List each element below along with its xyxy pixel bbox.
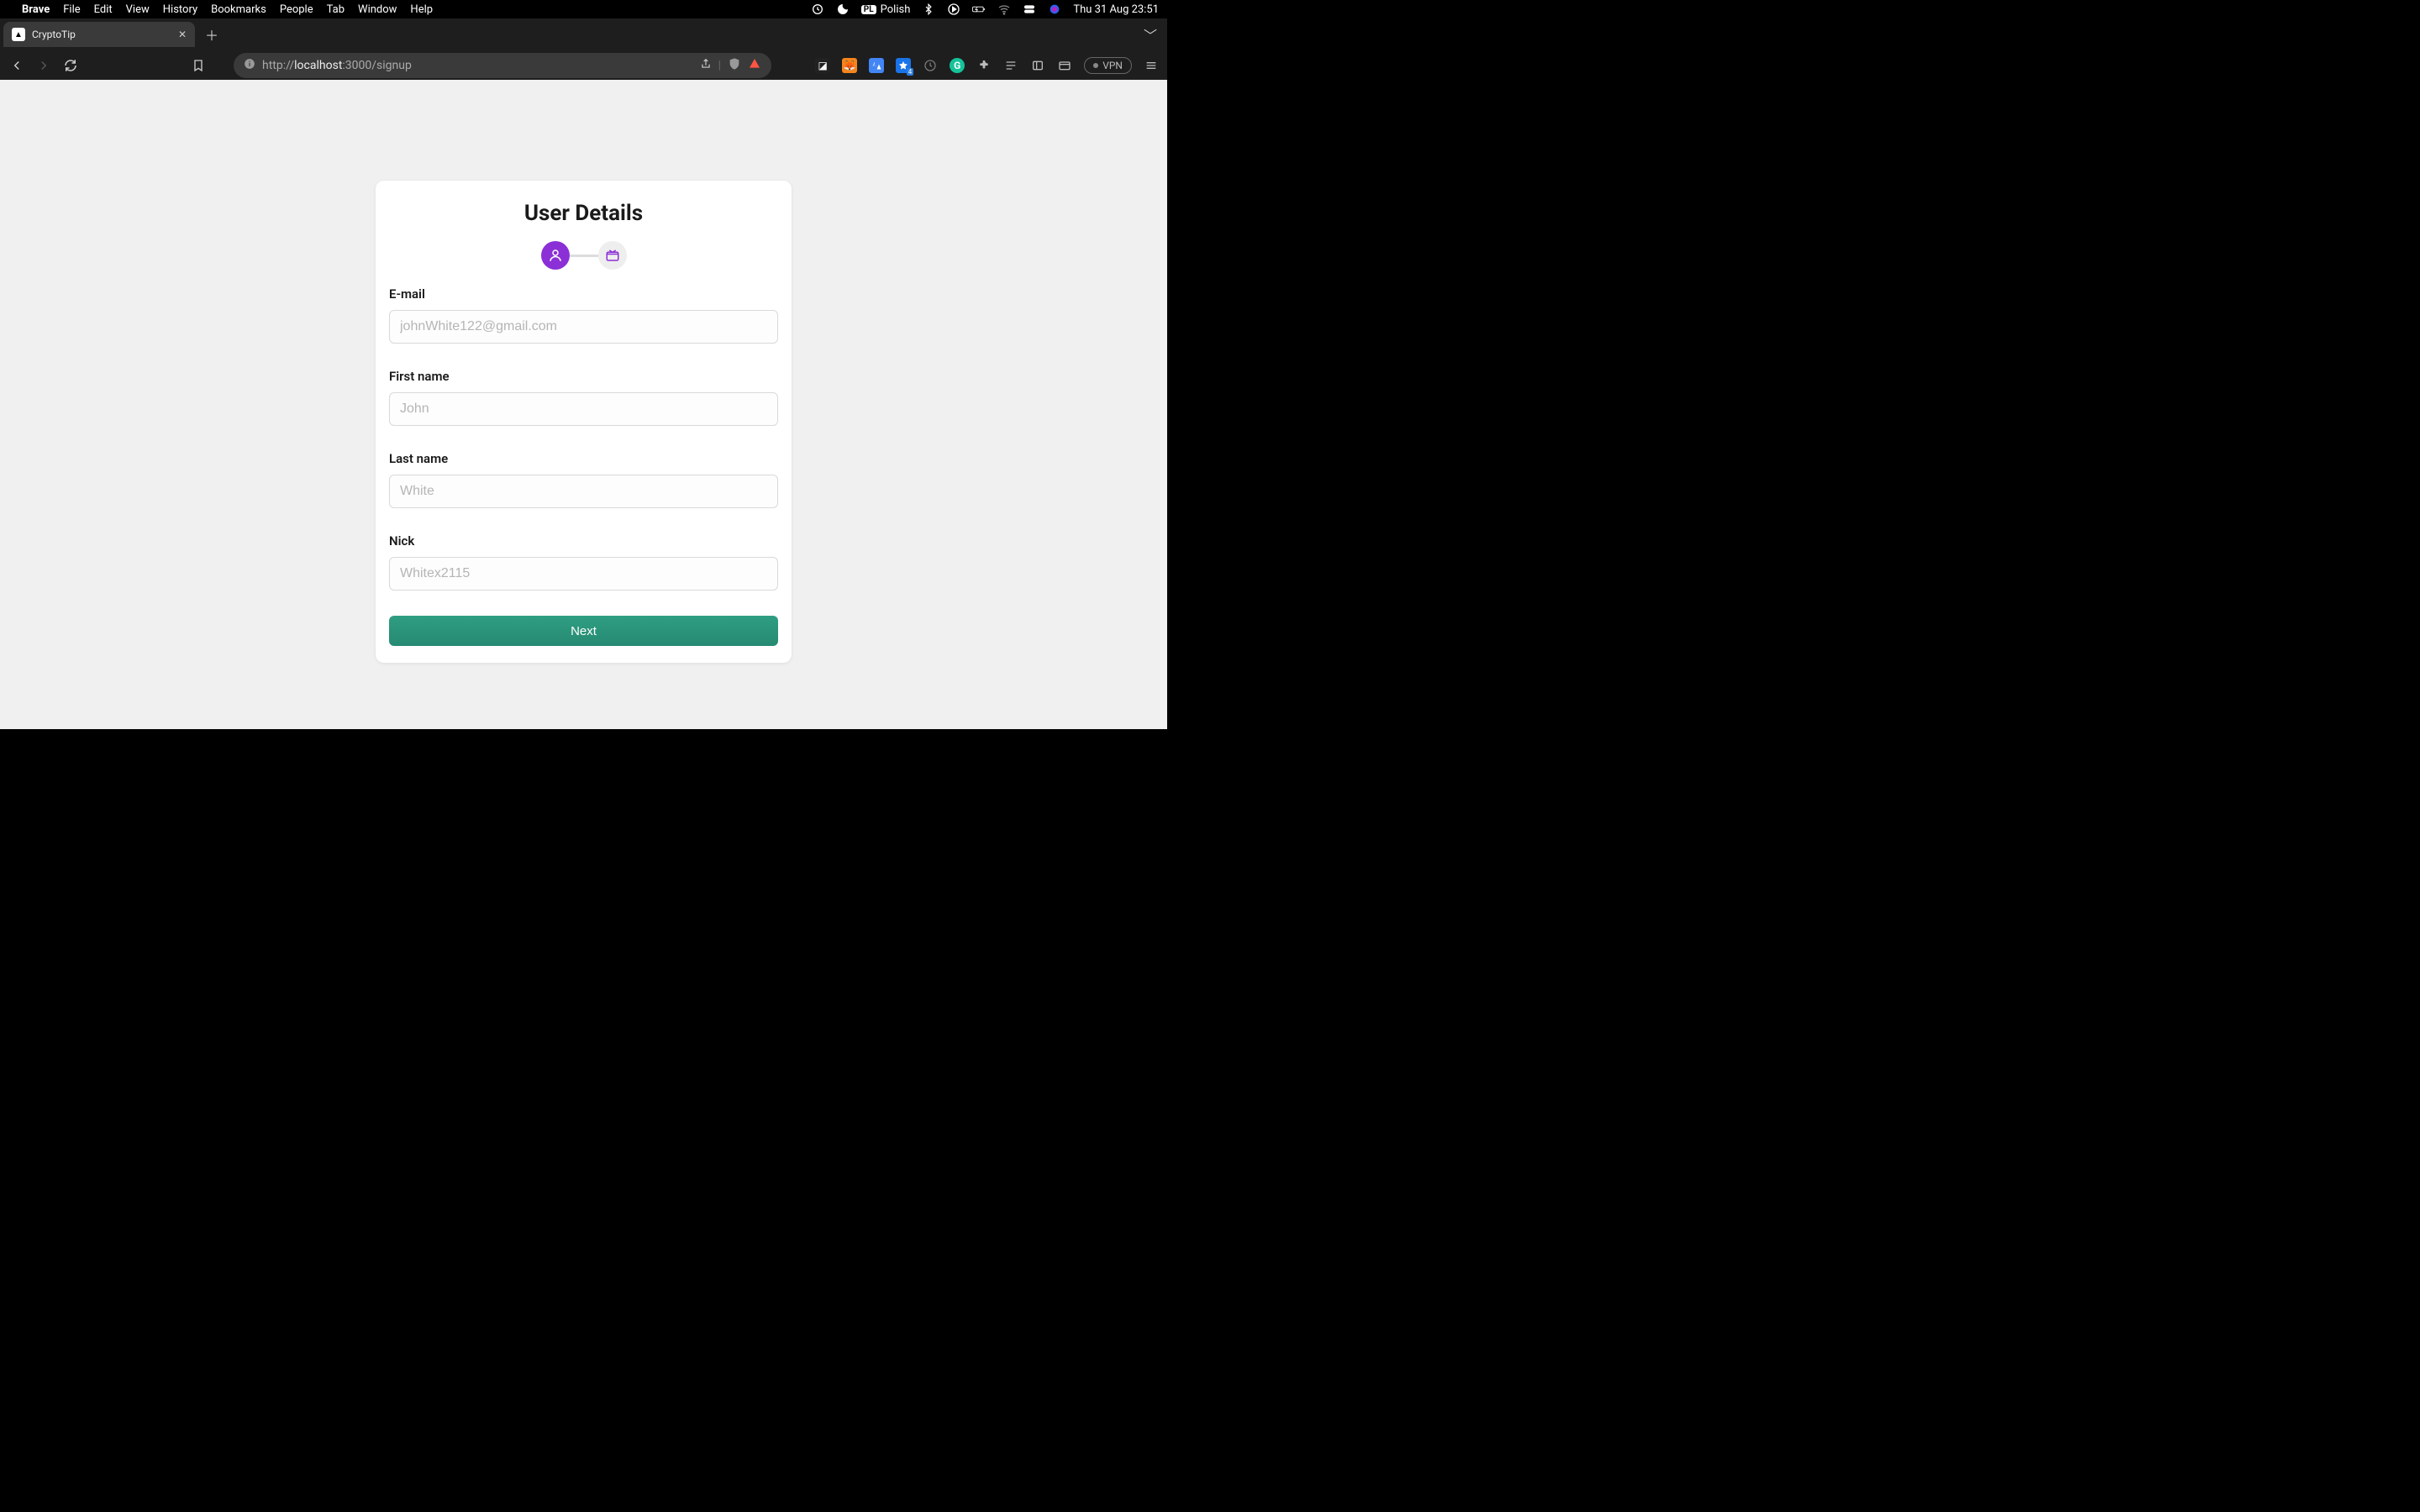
tab-list-chevron-icon[interactable]: ﹀ [1144, 24, 1157, 45]
stepper-connector [570, 255, 598, 257]
tab-favicon: ▲ [12, 28, 25, 41]
control-center-icon[interactable] [1023, 3, 1036, 16]
address-bar[interactable]: http://localhost:3000/signup | [234, 53, 771, 78]
label-email: E-mail [389, 286, 778, 302]
battery-icon[interactable] [972, 3, 986, 16]
url-path: :3000/signup [342, 59, 411, 72]
grammarly-icon[interactable]: G [950, 58, 965, 73]
extensions-menu-icon[interactable] [976, 58, 992, 73]
menu-file[interactable]: File [63, 3, 80, 16]
translate-icon[interactable] [869, 58, 884, 73]
extension-badge-icon[interactable]: 4 [896, 58, 911, 73]
do-not-disturb-icon[interactable] [836, 3, 850, 16]
lang-label: Polish [881, 3, 911, 16]
stepper [389, 241, 778, 270]
email-input[interactable] [389, 310, 778, 344]
menu-edit[interactable]: Edit [94, 3, 113, 16]
language-indicator[interactable]: PL Polish [861, 3, 911, 16]
first-name-input[interactable] [389, 392, 778, 426]
menu-history[interactable]: History [163, 3, 197, 16]
url-text: http://localhost:3000/signup [262, 59, 693, 72]
field-first-name: First name [389, 369, 778, 426]
page-body: User Details E-mail First name Last name… [0, 80, 1167, 729]
field-nick: Nick [389, 533, 778, 591]
label-nick: Nick [389, 533, 778, 549]
nick-input[interactable] [389, 557, 778, 591]
browser-chrome: ▲ CryptoTip ✕ ＋ ﹀ http://localhost:3000/… [0, 18, 1167, 80]
url-scheme: http:// [262, 59, 294, 72]
datetime[interactable]: Thu 31 Aug 23:51 [1073, 3, 1159, 16]
sidebar-icon[interactable] [1030, 58, 1045, 73]
menu-view[interactable]: View [126, 3, 150, 16]
label-first-name: First name [389, 369, 778, 384]
label-last-name: Last name [389, 451, 778, 466]
page-title: User Details [389, 201, 778, 226]
back-button[interactable] [8, 57, 25, 74]
site-info-icon[interactable] [244, 58, 255, 73]
browser-toolbar: http://localhost:3000/signup | ◪ 🦊 4 [0, 50, 1167, 80]
menubar-app-name[interactable]: Brave [22, 3, 50, 16]
field-email: E-mail [389, 286, 778, 344]
browser-tab[interactable]: ▲ CryptoTip ✕ [3, 22, 195, 47]
share-icon[interactable] [700, 58, 712, 73]
metamask-icon[interactable]: 🦊 [842, 58, 857, 73]
next-button[interactable]: Next [389, 616, 778, 646]
siri-icon[interactable] [1048, 3, 1061, 16]
playback-control-icon[interactable] [947, 3, 960, 16]
hamburger-menu-icon[interactable] [1144, 58, 1159, 73]
forward-button[interactable] [35, 57, 52, 74]
notifications-icon[interactable] [811, 3, 824, 16]
wallet-icon[interactable] [1057, 58, 1072, 73]
wifi-icon[interactable] [997, 3, 1011, 16]
playlist-icon[interactable] [1003, 58, 1018, 73]
vpn-button[interactable]: VPN [1084, 57, 1132, 74]
menu-help[interactable]: Help [410, 3, 433, 16]
tab-strip: ▲ CryptoTip ✕ ＋ ﹀ [0, 18, 1167, 50]
menu-window[interactable]: Window [358, 3, 397, 16]
field-last-name: Last name [389, 451, 778, 508]
url-host: localhost [294, 59, 342, 72]
signup-card: User Details E-mail First name Last name… [376, 181, 792, 663]
extension-icon[interactable]: ◪ [815, 58, 830, 73]
extension-badge-count: 4 [907, 68, 914, 76]
close-icon[interactable]: ✕ [178, 29, 187, 40]
vpn-status-dot [1093, 63, 1098, 68]
step-wallet-icon[interactable] [598, 241, 627, 270]
vpn-label: VPN [1102, 60, 1123, 71]
tab-title: CryptoTip [32, 29, 171, 40]
menu-bookmarks[interactable]: Bookmarks [211, 3, 266, 16]
menu-people[interactable]: People [280, 3, 313, 16]
menu-tab[interactable]: Tab [327, 3, 345, 16]
reload-button[interactable] [62, 57, 79, 74]
macos-menubar: Brave File Edit View History Bookmarks P… [0, 0, 1167, 18]
last-name-input[interactable] [389, 475, 778, 508]
bookmark-icon[interactable] [190, 57, 207, 74]
step-user-icon[interactable] [541, 241, 570, 270]
brave-shields-icon[interactable] [728, 57, 741, 74]
bluetooth-icon[interactable] [922, 3, 935, 16]
lang-code: PL [861, 5, 876, 14]
brave-rewards-icon[interactable] [748, 57, 761, 74]
clock-icon[interactable] [923, 58, 938, 73]
new-tab-button[interactable]: ＋ [200, 23, 224, 46]
